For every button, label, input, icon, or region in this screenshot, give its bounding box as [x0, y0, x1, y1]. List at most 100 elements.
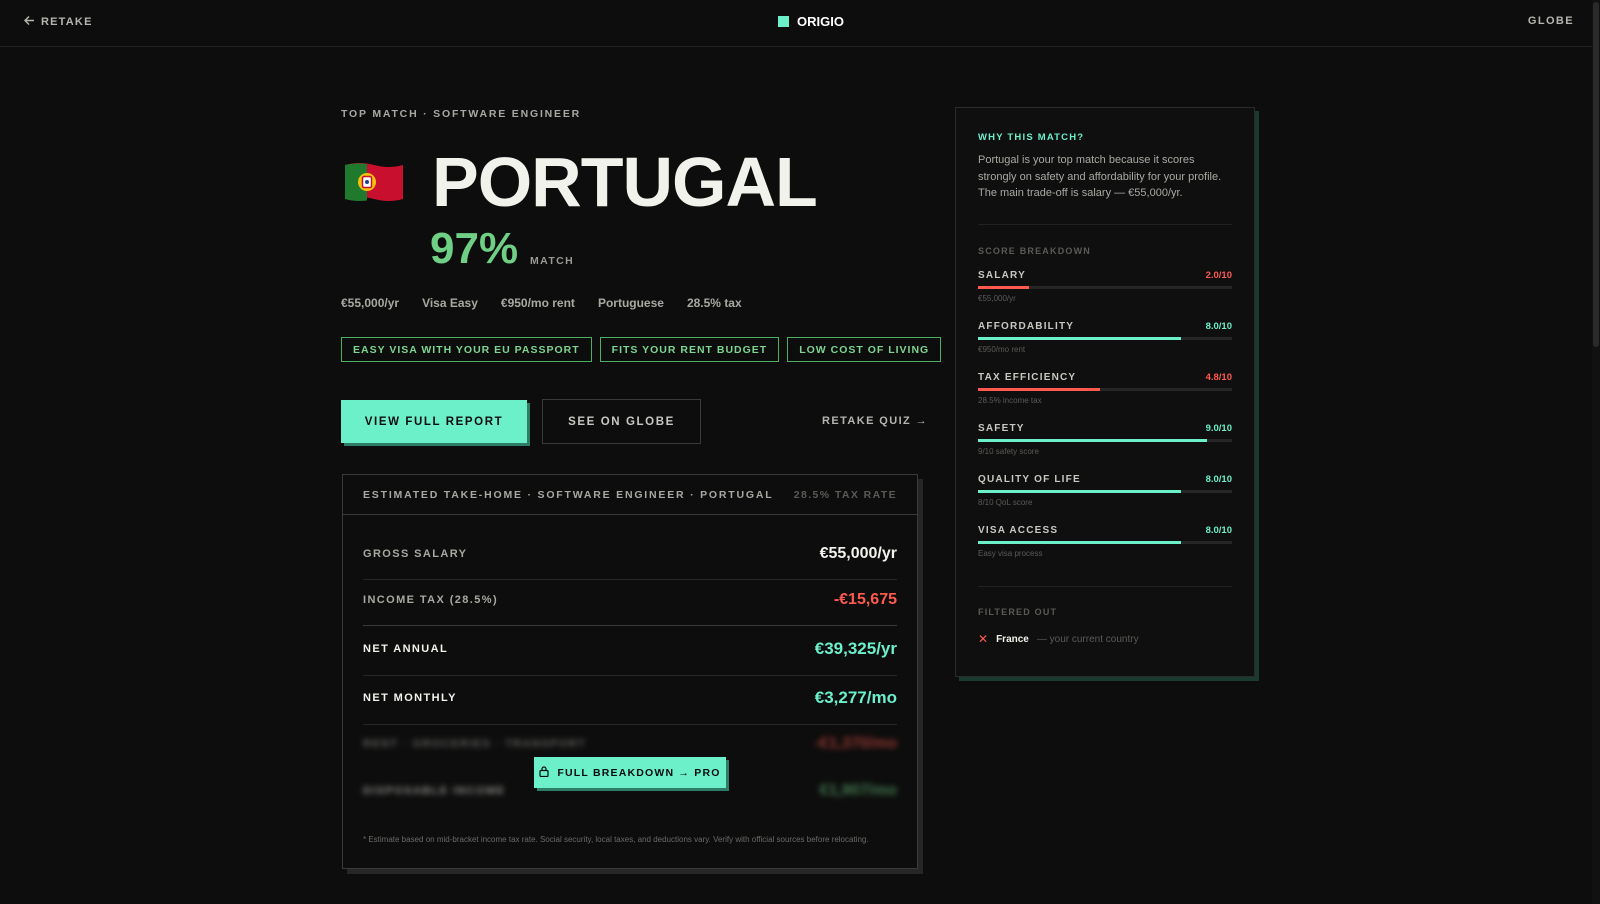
score-value: 8.0/10 [1205, 321, 1232, 332]
fact-rent: €950/mo rent [500, 296, 575, 310]
row-divider [363, 724, 897, 725]
arrow-left-icon [23, 15, 35, 29]
take-home-header: ESTIMATED TAKE-HOME · SOFTWARE ENGINEER … [343, 475, 917, 515]
score-fill [978, 388, 1100, 391]
score-track [978, 439, 1232, 442]
score-name: SALARY [978, 270, 1026, 281]
row-divider [363, 625, 897, 626]
score-detail: 9/10 safety score [978, 447, 1039, 456]
score-detail: 28.5% income tax [978, 396, 1042, 405]
score-fill [978, 490, 1182, 493]
filtered-note: — your current country [1036, 633, 1139, 645]
score-value: 2.0/10 [1205, 270, 1232, 281]
row-net-annual: NET ANNUAL €39,325/yr [363, 639, 897, 659]
score-name: QUALITY OF LIFE [978, 474, 1081, 485]
score-detail: 8/10 QoL score [978, 498, 1033, 507]
take-home-title: ESTIMATED TAKE-HOME · SOFTWARE ENGINEER … [363, 488, 774, 501]
score-name: AFFORDABILITY [978, 321, 1075, 332]
quick-facts: €55,000/yr Visa Easy €950/mo rent Portug… [341, 296, 742, 310]
match-tags: EASY VISA WITH YOUR EU PASSPORT FITS YOU… [341, 337, 942, 362]
row-divider [363, 675, 897, 676]
score-header: SAFETY 9.0/10 [978, 423, 1232, 434]
portugal-flag-icon [343, 159, 405, 205]
row-gross-salary: GROSS SALARY €55,000/yr [363, 545, 897, 563]
brand-name: ORIGIO [797, 14, 844, 29]
score-item: AFFORDABILITY 8.0/10 €950/mo rent [978, 321, 1232, 354]
filtered-item: ✕ France — your current country [978, 632, 1139, 646]
page-scrollbar[interactable] [1592, 0, 1600, 904]
row-value: €3,277/mo [814, 688, 897, 707]
filtered-country: France [996, 633, 1029, 645]
match-eyebrow: TOP MATCH · SOFTWARE ENGINEER [341, 108, 582, 120]
score-item: SALARY 2.0/10 €55,000/yr [978, 270, 1232, 303]
tax-rate-label: 28.5% TAX RATE [793, 488, 897, 501]
why-match-text: Portugal is your top match because it sc… [978, 154, 1222, 199]
fact-salary: €55,000/yr [341, 296, 400, 310]
tag-visa: EASY VISA WITH YOUR EU PASSPORT [341, 337, 592, 362]
brand-square-icon [778, 16, 789, 27]
row-value: €39,325/yr [814, 639, 897, 658]
retake-quiz-link[interactable]: RETAKE QUIZ → [822, 415, 928, 427]
score-track [978, 337, 1232, 340]
score-detail: Easy visa process [978, 549, 1043, 558]
row-value: €1,907/mo [819, 782, 897, 799]
row-value: €55,000/yr [819, 545, 897, 562]
globe-link[interactable]: GLOBE [1528, 15, 1574, 27]
score-detail: €55,000/yr [978, 294, 1016, 303]
estimate-footnote: * Estimate based on mid-bracket income t… [363, 835, 869, 844]
score-header: QUALITY OF LIFE 8.0/10 [978, 474, 1232, 485]
score-item: VISA ACCESS 8.0/10 Easy visa process [978, 525, 1232, 558]
score-item: SAFETY 9.0/10 9/10 safety score [978, 423, 1232, 456]
match-label: MATCH [530, 255, 575, 267]
row-label: INCOME TAX (28.5%) [363, 594, 499, 606]
score-fill [978, 541, 1182, 544]
score-item: TAX EFFICIENCY 4.8/10 28.5% income tax [978, 372, 1232, 405]
row-income-tax: INCOME TAX (28.5%) -€15,675 [363, 591, 897, 609]
filtered-out-title: FILTERED OUT [978, 607, 1058, 617]
score-value: 4.8/10 [1205, 372, 1232, 383]
full-breakdown-pro-button[interactable]: FULL BREAKDOWN → PRO [534, 757, 726, 788]
score-name: TAX EFFICIENCY [978, 372, 1077, 383]
score-breakdown-title: SCORE BREAKDOWN [978, 246, 1092, 256]
score-header: TAX EFFICIENCY 4.8/10 [978, 372, 1232, 383]
scrollbar-thumb[interactable] [1593, 2, 1599, 347]
score-value: 8.0/10 [1205, 525, 1232, 536]
row-label: DISPOSABLE INCOME [363, 785, 506, 797]
retake-label: RETAKE [41, 16, 93, 28]
score-track [978, 490, 1232, 493]
score-detail: €950/mo rent [978, 345, 1026, 354]
tag-rent: FITS YOUR RENT BUDGET [599, 337, 780, 362]
score-track [978, 388, 1232, 391]
why-match-title: WHY THIS MATCH? [978, 132, 1085, 143]
score-value: 8.0/10 [1205, 474, 1232, 485]
row-label: NET MONTHLY [363, 692, 457, 704]
score-header: VISA ACCESS 8.0/10 [978, 525, 1232, 536]
row-value: -€1,370/mo [814, 735, 897, 752]
row-divider [363, 579, 897, 580]
unlock-label: FULL BREAKDOWN → PRO [557, 766, 721, 779]
brand-logo[interactable]: ORIGIO [778, 14, 844, 29]
fact-language: Portuguese [597, 296, 664, 310]
score-name: SAFETY [978, 423, 1025, 434]
panel-divider [978, 224, 1232, 225]
lock-icon [539, 765, 549, 780]
score-name: VISA ACCESS [978, 525, 1059, 536]
score-fill [978, 439, 1207, 442]
retake-link[interactable]: RETAKE [23, 15, 93, 29]
row-label: GROSS SALARY [363, 548, 468, 560]
fact-visa: Visa Easy [422, 296, 478, 310]
score-item: QUALITY OF LIFE 8.0/10 8/10 QoL score [978, 474, 1232, 507]
score-fill [978, 286, 1029, 289]
why-match-panel: WHY THIS MATCH? Portugal is your top mat… [955, 107, 1255, 677]
score-header: AFFORDABILITY 8.0/10 [978, 321, 1232, 332]
score-header: SALARY 2.0/10 [978, 270, 1232, 281]
locked-row-expenses: RENT · GROCERIES · TRANSPORT -€1,370/mo [363, 735, 897, 753]
see-on-globe-button[interactable]: SEE ON GLOBE [542, 399, 701, 444]
close-icon: ✕ [978, 632, 989, 646]
view-full-report-button[interactable]: VIEW FULL REPORT [341, 400, 527, 443]
country-title: PORTUGAL [432, 143, 818, 221]
score-track [978, 286, 1232, 289]
panel-divider [978, 586, 1232, 587]
fact-tax: 28.5% tax [686, 296, 742, 310]
row-value: -€15,675 [833, 591, 897, 608]
